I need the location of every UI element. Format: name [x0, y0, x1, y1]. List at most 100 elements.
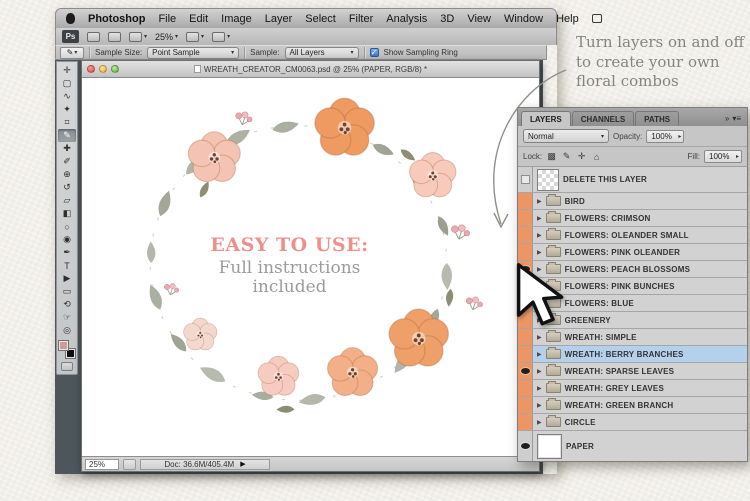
visibility-toggle[interactable]	[518, 295, 533, 311]
view-extras-dropdown[interactable]: ▾	[129, 32, 147, 42]
status-menu-arrow-icon[interactable]: ▶	[240, 460, 245, 468]
disclosure-triangle-icon[interactable]: ▶	[537, 385, 542, 392]
marquee-tool[interactable]: ▢	[58, 77, 76, 90]
status-icon[interactable]	[123, 459, 136, 470]
zoom-tool[interactable]: ◎	[58, 324, 76, 337]
menu-file[interactable]: File	[158, 13, 176, 25]
blur-tool[interactable]: ○	[58, 220, 76, 233]
layer-row[interactable]: ▶FLOWERS: PEACH BLOSSOMS	[518, 261, 747, 278]
blend-mode-dropdown[interactable]: Normal▾	[523, 129, 609, 143]
lock-all-icon[interactable]: ⌂	[591, 152, 602, 162]
healing-brush-tool[interactable]: ✚	[58, 142, 76, 155]
disclosure-triangle-icon[interactable]: ▶	[537, 232, 542, 239]
layer-row[interactable]: ▶WREATH: GREY LEAVES	[518, 380, 747, 397]
arrange-documents-dropdown[interactable]: ▾	[186, 32, 204, 42]
panel-menu-icon[interactable]: ▾≡	[732, 114, 741, 123]
rotate-view-tool[interactable]: ⟲	[58, 298, 76, 311]
layer-row[interactable]: ▶FLOWERS: OLEANDER SMALL	[518, 227, 747, 244]
history-brush-tool[interactable]: ↺	[58, 181, 76, 194]
eraser-tool[interactable]: ▱	[58, 194, 76, 207]
lock-position-icon[interactable]: ✛	[576, 151, 587, 162]
visibility-toggle[interactable]	[518, 244, 533, 260]
layer-row[interactable]: ▶FLOWERS: CRIMSON	[518, 210, 747, 227]
visibility-toggle[interactable]	[518, 261, 533, 277]
disclosure-triangle-icon[interactable]: ▶	[537, 334, 542, 341]
layer-row[interactable]: ▶GREENERY	[518, 312, 747, 329]
menu-window[interactable]: Window	[504, 13, 543, 25]
menubar-status-icon[interactable]	[592, 14, 602, 23]
disclosure-triangle-icon[interactable]: ▶	[537, 419, 542, 426]
tab-paths[interactable]: PATHS	[635, 111, 679, 126]
opacity-field[interactable]: 100%▸	[646, 130, 684, 143]
move-tool[interactable]: ✛	[58, 64, 76, 77]
path-selection-tool[interactable]: ▶	[58, 272, 76, 285]
visibility-toggle[interactable]	[518, 431, 533, 461]
layer-row[interactable]: ▶WREATH: SPARSE LEAVES	[518, 363, 747, 380]
show-sampling-ring-checkbox[interactable]: ✓	[370, 48, 379, 57]
disclosure-triangle-icon[interactable]: ▶	[537, 198, 542, 205]
document-titlebar[interactable]: WREATH_CREATOR_CM0063.psd @ 25% (PAPER, …	[82, 61, 539, 78]
canvas[interactable]: EASY TO USE: Full instructions included	[82, 78, 539, 456]
visibility-toggle[interactable]	[518, 227, 533, 243]
quick-selection-tool[interactable]: ✦	[58, 103, 76, 116]
menu-filter[interactable]: Filter	[349, 13, 373, 25]
clone-stamp-tool[interactable]: ⊕	[58, 168, 76, 181]
zoom-level-dropdown[interactable]: 25%▾	[155, 32, 178, 42]
dodge-tool[interactable]: ◉	[58, 233, 76, 246]
eyedropper-tool[interactable]: ✎	[58, 129, 76, 142]
bridge-icon[interactable]	[87, 32, 100, 42]
visibility-toggle[interactable]	[518, 167, 533, 192]
screen-mode-dropdown[interactable]: ▾	[212, 32, 230, 42]
tool-preset-picker[interactable]: ✎▾	[60, 47, 84, 59]
panel-collapse-icon[interactable]: »	[725, 114, 729, 123]
layer-row[interactable]: ▶CIRCLE	[518, 414, 747, 431]
foreground-color-swatch[interactable]	[58, 340, 69, 351]
brush-tool[interactable]: ✐	[58, 155, 76, 168]
layer-row[interactable]: ▶WREATH: SIMPLE	[518, 329, 747, 346]
visibility-toggle[interactable]	[518, 278, 533, 294]
type-tool[interactable]: T	[58, 259, 76, 272]
layer-row[interactable]: ▶WREATH: BERRY BRANCHES	[518, 346, 747, 363]
layer-row[interactable]: ▶FLOWERS: PINK BUNCHES	[518, 278, 747, 295]
visibility-toggle[interactable]	[518, 414, 533, 430]
menu-analysis[interactable]: Analysis	[386, 13, 427, 25]
disclosure-triangle-icon[interactable]: ▶	[537, 300, 542, 307]
menu-layer[interactable]: Layer	[265, 13, 293, 25]
visibility-toggle[interactable]	[518, 346, 533, 362]
menu-photoshop[interactable]: Photoshop	[88, 13, 145, 25]
menu-help[interactable]: Help	[556, 13, 579, 25]
visibility-toggle[interactable]	[518, 329, 533, 345]
lock-paint-icon[interactable]: ✎	[561, 151, 572, 162]
disclosure-triangle-icon[interactable]: ▶	[537, 266, 542, 273]
crop-tool[interactable]: ⌗	[58, 116, 76, 129]
tab-channels[interactable]: CHANNELS	[572, 111, 634, 126]
menu-view[interactable]: View	[467, 13, 491, 25]
layer-row[interactable]: PAPER	[518, 431, 747, 461]
sample-dropdown[interactable]: All Layers▾	[285, 47, 359, 59]
lasso-tool[interactable]: ∿	[58, 90, 76, 103]
layer-row[interactable]: ▶FLOWERS: BLUE	[518, 295, 747, 312]
lock-transparency-icon[interactable]: ▩	[546, 151, 557, 162]
layer-row[interactable]: ▶BIRD	[518, 193, 747, 210]
layer-row[interactable]: ▶WREATH: GREEN BRANCH	[518, 397, 747, 414]
visibility-toggle[interactable]	[518, 397, 533, 413]
hand-tool[interactable]: ☞	[58, 311, 76, 324]
visibility-toggle[interactable]	[518, 380, 533, 396]
disclosure-triangle-icon[interactable]: ▶	[537, 317, 542, 324]
doc-size-indicator[interactable]: Doc: 36.6M/405.4M▶	[140, 459, 270, 470]
disclosure-triangle-icon[interactable]: ▶	[537, 368, 542, 375]
visibility-toggle[interactable]	[518, 363, 533, 379]
menu-select[interactable]: Select	[305, 13, 336, 25]
visibility-toggle[interactable]	[518, 312, 533, 328]
layer-row[interactable]: ▶FLOWERS: PINK OLEANDER	[518, 244, 747, 261]
sample-size-dropdown[interactable]: Point Sample▾	[147, 47, 239, 59]
disclosure-triangle-icon[interactable]: ▶	[537, 249, 542, 256]
menu-edit[interactable]: Edit	[189, 13, 208, 25]
disclosure-triangle-icon[interactable]: ▶	[537, 215, 542, 222]
tab-layers[interactable]: LAYERS	[521, 111, 571, 126]
visibility-toggle[interactable]	[518, 210, 533, 226]
fill-field[interactable]: 100%▸	[704, 150, 742, 163]
menu-image[interactable]: Image	[221, 13, 252, 25]
apple-menu-icon[interactable]	[66, 13, 75, 24]
menu-3d[interactable]: 3D	[440, 13, 454, 25]
